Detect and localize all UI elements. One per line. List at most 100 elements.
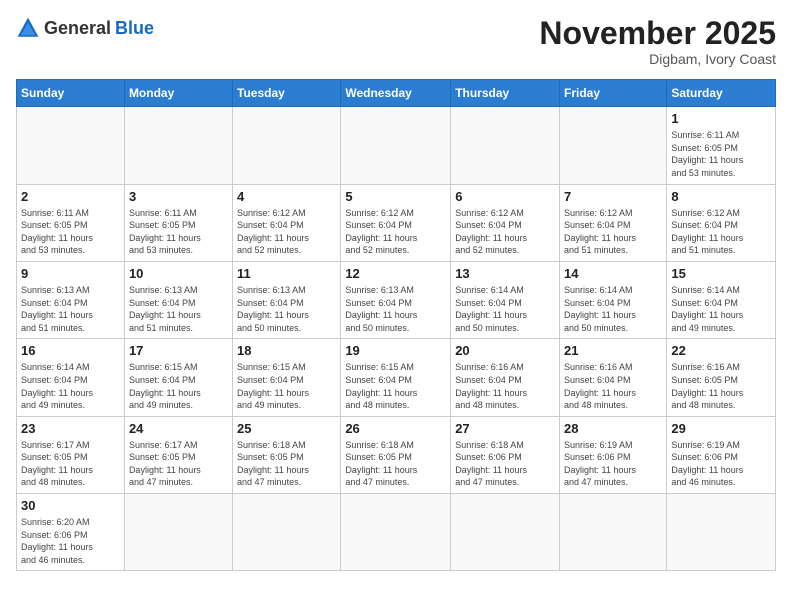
calendar-cell	[17, 107, 125, 184]
day-number: 5	[345, 189, 446, 204]
calendar-cell	[667, 494, 776, 571]
calendar-cell: 13 Sunrise: 6:14 AM Sunset: 6:04 PM Dayli…	[451, 261, 560, 338]
day-info: Sunrise: 6:13 AM Sunset: 6:04 PM Dayligh…	[237, 284, 336, 334]
day-info: Sunrise: 6:14 AM Sunset: 6:04 PM Dayligh…	[671, 284, 771, 334]
weekday-header-saturday: Saturday	[667, 80, 776, 107]
day-info: Sunrise: 6:12 AM Sunset: 6:04 PM Dayligh…	[564, 207, 662, 257]
day-number: 15	[671, 266, 771, 281]
calendar-cell	[124, 494, 232, 571]
day-info: Sunrise: 6:13 AM Sunset: 6:04 PM Dayligh…	[129, 284, 228, 334]
day-number: 27	[455, 421, 555, 436]
calendar-cell: 7Sunrise: 6:12 AM Sunset: 6:04 PM Daylig…	[560, 184, 667, 261]
calendar-cell: 16 Sunrise: 6:14 AM Sunset: 6:04 PM Dayli…	[17, 339, 125, 416]
calendar-cell	[451, 107, 560, 184]
calendar-cell: 19 Sunrise: 6:15 AM Sunset: 6:04 PM Dayli…	[341, 339, 451, 416]
weekday-header-tuesday: Tuesday	[233, 80, 341, 107]
calendar-cell	[124, 107, 232, 184]
location-title: Digbam, Ivory Coast	[539, 51, 776, 67]
calendar-cell: 22 Sunrise: 6:16 AM Sunset: 6:05 PM Dayli…	[667, 339, 776, 416]
calendar-row: 16 Sunrise: 6:14 AM Sunset: 6:04 PM Dayli…	[17, 339, 776, 416]
day-number: 28	[564, 421, 662, 436]
day-info: Sunrise: 6:14 AM Sunset: 6:04 PM Dayligh…	[455, 284, 555, 334]
day-info: Sunrise: 6:18 AM Sunset: 6:05 PM Dayligh…	[345, 439, 446, 489]
day-info: Sunrise: 6:11 AM Sunset: 6:05 PM Dayligh…	[671, 129, 771, 179]
day-number: 14	[564, 266, 662, 281]
calendar-cell: 8 Sunrise: 6:12 AM Sunset: 6:04 PM Daylig…	[667, 184, 776, 261]
calendar-cell	[341, 107, 451, 184]
calendar-cell: 2 Sunrise: 6:11 AM Sunset: 6:05 PM Daylig…	[17, 184, 125, 261]
calendar-grid: SundayMondayTuesdayWednesdayThursdayFrid…	[16, 79, 776, 571]
header: GeneralBlue November 2025 Digbam, Ivory …	[16, 16, 776, 67]
calendar-cell: 17 Sunrise: 6:15 AM Sunset: 6:04 PM Dayli…	[124, 339, 232, 416]
calendar-cell: 27 Sunrise: 6:18 AM Sunset: 6:06 PM Dayli…	[451, 416, 560, 493]
day-info: Sunrise: 6:16 AM Sunset: 6:05 PM Dayligh…	[671, 361, 771, 411]
day-number: 25	[237, 421, 336, 436]
day-number: 9	[21, 266, 120, 281]
day-info: Sunrise: 6:20 AM Sunset: 6:06 PM Dayligh…	[21, 516, 120, 566]
calendar-container: GeneralBlue November 2025 Digbam, Ivory …	[0, 0, 792, 612]
day-number: 2	[21, 189, 120, 204]
day-info: Sunrise: 6:12 AM Sunset: 6:04 PM Dayligh…	[671, 207, 771, 257]
day-number: 24	[129, 421, 228, 436]
day-number: 17	[129, 343, 228, 358]
calendar-row: 2 Sunrise: 6:11 AM Sunset: 6:05 PM Daylig…	[17, 184, 776, 261]
day-info: Sunrise: 6:13 AM Sunset: 6:04 PM Dayligh…	[21, 284, 120, 334]
day-number: 18	[237, 343, 336, 358]
calendar-row: 30 Sunrise: 6:20 AM Sunset: 6:06 PM Dayli…	[17, 494, 776, 571]
weekday-header-row: SundayMondayTuesdayWednesdayThursdayFrid…	[17, 80, 776, 107]
day-info: Sunrise: 6:16 AM Sunset: 6:04 PM Dayligh…	[455, 361, 555, 411]
day-info: Sunrise: 6:18 AM Sunset: 6:06 PM Dayligh…	[455, 439, 555, 489]
day-number: 1	[671, 111, 771, 126]
day-number: 30	[21, 498, 120, 513]
calendar-cell	[560, 494, 667, 571]
day-info: Sunrise: 6:12 AM Sunset: 6:04 PM Dayligh…	[455, 207, 555, 257]
calendar-cell: 6 Sunrise: 6:12 AM Sunset: 6:04 PM Daylig…	[451, 184, 560, 261]
logo: GeneralBlue	[16, 16, 154, 40]
day-info: Sunrise: 6:16 AM Sunset: 6:04 PM Dayligh…	[564, 361, 662, 411]
day-number: 20	[455, 343, 555, 358]
calendar-row: 23 Sunrise: 6:17 AM Sunset: 6:05 PM Dayli…	[17, 416, 776, 493]
weekday-header-sunday: Sunday	[17, 80, 125, 107]
day-info: Sunrise: 6:13 AM Sunset: 6:04 PM Dayligh…	[345, 284, 446, 334]
day-number: 22	[671, 343, 771, 358]
calendar-cell: 1 Sunrise: 6:11 AM Sunset: 6:05 PM Daylig…	[667, 107, 776, 184]
calendar-cell: 14 Sunrise: 6:14 AM Sunset: 6:04 PM Dayli…	[560, 261, 667, 338]
day-info: Sunrise: 6:14 AM Sunset: 6:04 PM Dayligh…	[564, 284, 662, 334]
weekday-header-thursday: Thursday	[451, 80, 560, 107]
calendar-cell: 4Sunrise: 6:12 AM Sunset: 6:04 PM Daylig…	[233, 184, 341, 261]
calendar-cell: 20 Sunrise: 6:16 AM Sunset: 6:04 PM Dayli…	[451, 339, 560, 416]
calendar-cell: 11 Sunrise: 6:13 AM Sunset: 6:04 PM Dayli…	[233, 261, 341, 338]
day-number: 26	[345, 421, 446, 436]
calendar-cell: 9 Sunrise: 6:13 AM Sunset: 6:04 PM Daylig…	[17, 261, 125, 338]
calendar-row: 1 Sunrise: 6:11 AM Sunset: 6:05 PM Daylig…	[17, 107, 776, 184]
day-number: 16	[21, 343, 120, 358]
day-number: 8	[671, 189, 771, 204]
calendar-cell: 24 Sunrise: 6:17 AM Sunset: 6:05 PM Dayli…	[124, 416, 232, 493]
day-info: Sunrise: 6:19 AM Sunset: 6:06 PM Dayligh…	[671, 439, 771, 489]
day-info: Sunrise: 6:15 AM Sunset: 6:04 PM Dayligh…	[237, 361, 336, 411]
day-info: Sunrise: 6:12 AM Sunset: 6:04 PM Dayligh…	[345, 207, 446, 257]
calendar-cell	[233, 107, 341, 184]
calendar-cell: 28Sunrise: 6:19 AM Sunset: 6:06 PM Dayli…	[560, 416, 667, 493]
day-number: 23	[21, 421, 120, 436]
calendar-cell	[341, 494, 451, 571]
day-info: Sunrise: 6:11 AM Sunset: 6:05 PM Dayligh…	[129, 207, 228, 257]
day-number: 29	[671, 421, 771, 436]
day-info: Sunrise: 6:17 AM Sunset: 6:05 PM Dayligh…	[129, 439, 228, 489]
day-number: 19	[345, 343, 446, 358]
day-number: 6	[455, 189, 555, 204]
calendar-cell	[451, 494, 560, 571]
day-info: Sunrise: 6:15 AM Sunset: 6:04 PM Dayligh…	[345, 361, 446, 411]
logo-text-blue: Blue	[115, 18, 154, 39]
day-number: 21	[564, 343, 662, 358]
day-number: 11	[237, 266, 336, 281]
day-info: Sunrise: 6:15 AM Sunset: 6:04 PM Dayligh…	[129, 361, 228, 411]
calendar-cell: 5 Sunrise: 6:12 AM Sunset: 6:04 PM Daylig…	[341, 184, 451, 261]
calendar-cell: 29 Sunrise: 6:19 AM Sunset: 6:06 PM Dayli…	[667, 416, 776, 493]
logo-text-general: General	[44, 18, 111, 39]
calendar-cell: 10Sunrise: 6:13 AM Sunset: 6:04 PM Dayli…	[124, 261, 232, 338]
day-number: 13	[455, 266, 555, 281]
day-info: Sunrise: 6:11 AM Sunset: 6:05 PM Dayligh…	[21, 207, 120, 257]
calendar-cell: 15 Sunrise: 6:14 AM Sunset: 6:04 PM Dayli…	[667, 261, 776, 338]
day-info: Sunrise: 6:14 AM Sunset: 6:04 PM Dayligh…	[21, 361, 120, 411]
